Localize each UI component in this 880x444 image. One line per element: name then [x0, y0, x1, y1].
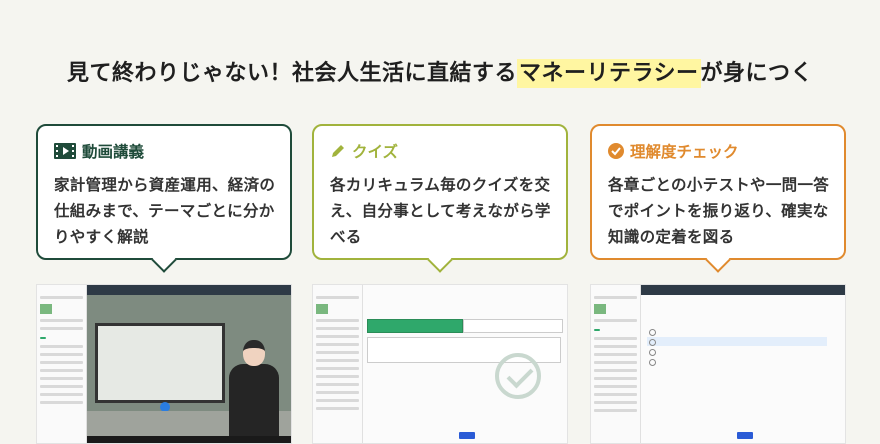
test-topbar	[641, 285, 845, 295]
lecturer-figure	[225, 340, 281, 443]
test-panel	[641, 295, 845, 443]
headline-after: が身につく	[700, 61, 814, 86]
card-body: 各章ごとの小テストや一問一答でポイントを振り返り、確実な知識の定着を図る	[608, 176, 830, 246]
course-sidebar	[591, 285, 641, 443]
feature-card-check: 理解度チェック 各章ごとの小テストや一問一答でポイントを振り返り、確実な知識の定…	[590, 124, 846, 273]
quiz-panel	[363, 285, 567, 443]
card-body: 家計管理から資産運用、経済の仕組みまで、テーマごとに分かりやすく解説	[54, 176, 276, 246]
headline-before: 見て終わりじゃない！社会人生活に直結する	[66, 61, 517, 86]
headline-highlight: マネーリテラシー	[516, 59, 701, 88]
course-sidebar	[313, 285, 363, 443]
answer-radio[interactable]	[647, 357, 827, 366]
answer-option[interactable]	[463, 319, 563, 333]
next-button[interactable]	[459, 432, 475, 439]
pencil-icon	[332, 145, 344, 157]
film-icon	[54, 143, 76, 159]
video-lecture-screenshot	[36, 284, 292, 444]
answer-radio-selected[interactable]	[647, 337, 827, 346]
video-topbar	[87, 285, 291, 295]
video-monitor	[95, 323, 225, 412]
card-title: クイズ	[330, 140, 552, 162]
speech-tail	[427, 247, 453, 273]
comprehension-check-screenshot	[590, 284, 846, 444]
card-title-text: 理解度チェック	[630, 143, 739, 161]
correct-check-icon	[495, 353, 541, 399]
answer-radio[interactable]	[647, 347, 827, 356]
video-controls	[87, 436, 291, 443]
correct-answer-option[interactable]	[367, 319, 463, 333]
lecture-video	[87, 295, 291, 443]
course-sidebar	[37, 285, 87, 443]
feature-card-video: 動画講義 家計管理から資産運用、経済の仕組みまで、テーマごとに分かりやすく解説	[36, 124, 292, 273]
card-title-text: 動画講義	[82, 143, 145, 161]
speech-tail	[151, 247, 177, 273]
quiz-screenshot	[312, 284, 568, 444]
card-title: 理解度チェック	[608, 140, 830, 162]
check-circle-icon	[608, 143, 624, 159]
feature-card-quiz: クイズ 各カリキュラム毎のクイズを交え、自分事として考えながら学べる	[312, 124, 568, 273]
card-body: 各カリキュラム毎のクイズを交え、自分事として考えながら学べる	[330, 176, 551, 246]
answer-radio[interactable]	[647, 327, 827, 336]
card-title: 動画講義	[54, 140, 276, 162]
card-title-text: クイズ	[352, 143, 399, 161]
submit-button[interactable]	[737, 432, 753, 439]
page-headline: 見て終わりじゃない！社会人生活に直結するマネーリテラシーが身につく	[0, 55, 880, 88]
speech-tail	[705, 247, 731, 273]
